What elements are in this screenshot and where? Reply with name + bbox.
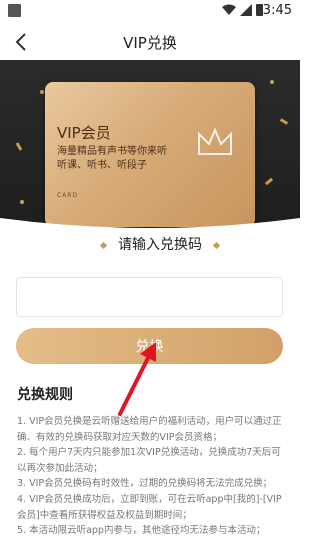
card-label: CARD xyxy=(57,192,79,199)
confetti-decoration xyxy=(279,118,289,125)
rule-item: 2. 每个用户7天内只能参加1次VIP兑换活动，兑换成功7天后可以再次参加此活动… xyxy=(17,447,281,474)
status-bar: 3:45 xyxy=(0,0,300,22)
annotation-arrow xyxy=(118,342,156,416)
wifi-icon xyxy=(222,4,236,15)
rule-item: 4. VIP会员兑换成功后，立即到账，可在云听app中[我的]-[VIP会员]中… xyxy=(17,493,282,521)
notification-icon xyxy=(8,4,21,17)
confetti-decoration xyxy=(15,142,23,151)
banner-wave xyxy=(0,218,300,233)
status-time: 3:45 xyxy=(262,3,292,18)
card-title: VIP会员 xyxy=(57,124,111,142)
vip-card: VIP会员 海量精品有声书等你来听 听课、听书、听段子 CARD xyxy=(45,82,255,227)
sparkle-decoration xyxy=(40,90,44,94)
rules-title: 兑换规则 xyxy=(17,387,73,403)
rule-item: 3. VIP会员兑换码有时效性，过期的兑换码将无法完成兑换； xyxy=(17,478,273,490)
input-section-title: 请输入兑换码 xyxy=(0,234,320,254)
sparkle-decoration xyxy=(20,200,24,204)
crown-icon xyxy=(198,127,232,155)
vip-banner: VIP会员 海量精品有声书等你来听 听课、听书、听段子 CARD xyxy=(0,60,300,230)
signal-icon xyxy=(240,4,252,16)
rule-item: 5. 本活动限云听app内参与，其他途径均无法参与本活动； xyxy=(17,525,266,537)
confetti-decoration xyxy=(264,177,274,186)
rule-item: 1. VIP会员兑换是云听赠送给用户的福利活动，用户可以通过正确、有效的兑换码获… xyxy=(17,416,282,443)
nav-bar: VIP兑换 xyxy=(0,22,300,60)
rules-list: 1. VIP会员兑换是云听赠送给用户的福利活动，用户可以通过正确、有效的兑换码获… xyxy=(17,414,285,539)
redeem-code-input[interactable] xyxy=(16,277,283,317)
diamond-decoration xyxy=(213,241,221,249)
input-title-text: 请输入兑换码 xyxy=(118,237,202,253)
card-description: 海量精品有声书等你来听 听课、听书、听段子 xyxy=(57,146,167,171)
diamond-decoration xyxy=(99,241,107,249)
page-title: VIP兑换 xyxy=(123,34,177,52)
sparkle-decoration xyxy=(270,80,274,84)
